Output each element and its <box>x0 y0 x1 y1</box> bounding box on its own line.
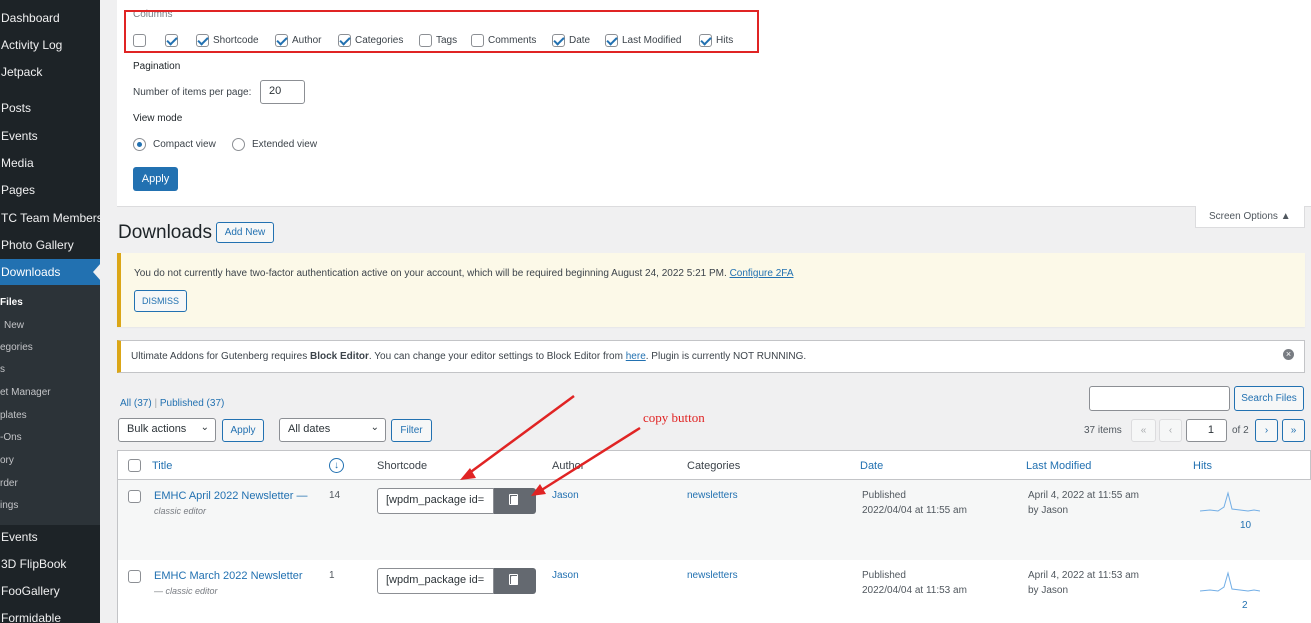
copy-button-annotation: copy button <box>643 410 705 425</box>
annotation-arrows <box>460 394 641 496</box>
